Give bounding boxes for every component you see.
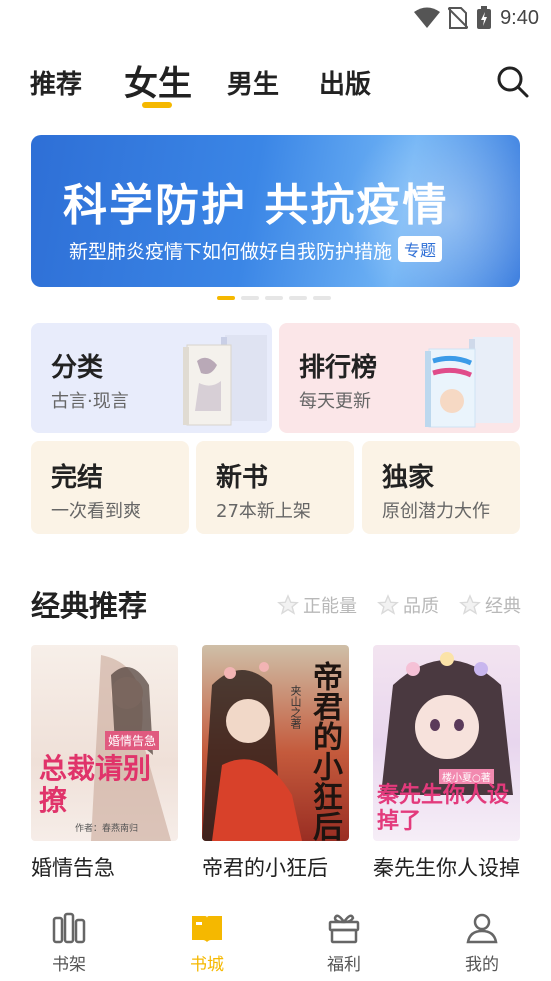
cover-author: 楼小夏○著 [439,769,494,784]
no-sim-icon [448,7,469,29]
book-item[interactable]: 楼小夏○著 秦先生你人设掉了 秦先生你人设掉了 [373,645,520,883]
tab-female[interactable]: 女生 [124,56,192,105]
cover-author: 作者：春燕南归 [75,824,139,834]
bookshelf-icon [52,912,86,944]
clock: 9:40 [500,6,539,29]
filter-label: 品质 [403,596,439,617]
book-cover: 楼小夏○著 秦先生你人设掉了 [373,645,520,841]
bottom-nav: 书架 书城 福利 我的 [0,898,551,981]
category-card-classify[interactable]: 分类 古言·现言 [31,323,272,433]
book-stack-illustration [183,335,267,426]
card-title: 独家 [382,463,435,493]
card-title: 新书 [216,463,269,493]
carousel-dot[interactable] [241,296,259,300]
section-filters: 正能量 品质 经典 [277,592,521,618]
book-title: 秦先生你人设掉了 [373,856,520,880]
carousel-dot[interactable] [217,296,235,300]
star-icon [277,594,299,615]
nav-book-city[interactable]: 书城 [167,912,247,975]
book-stack-illustration [425,337,513,428]
card-subtitle: 27本新上架 [216,501,311,522]
filter-quality[interactable]: 品质 [377,592,439,618]
card-subtitle: 原创潜力大作 [382,501,490,522]
card-title: 排行榜 [299,353,378,383]
banner-subtitle: 新型肺炎疫情下如何做好自我防护措施 专题 [69,236,443,264]
status-bar: 9:40 [0,0,551,40]
cover-title: 总裁请别撩 [39,752,152,817]
category-card-finished[interactable]: 完结 一次看到爽 [31,441,189,534]
card-subtitle: 一次看到爽 [51,501,141,522]
carousel-dot[interactable] [313,296,331,300]
carousel-dot[interactable] [289,296,307,300]
book-item[interactable]: 帝君的小狂后 夹山之著 帝君的小狂后 [202,645,349,883]
star-icon [459,594,481,615]
wifi-icon [414,7,441,28]
tab-publish[interactable]: 出版 [319,64,371,101]
search-icon[interactable] [495,64,531,100]
card-subtitle: 古言·现言 [51,391,129,412]
book-title: 帝君的小狂后 [202,856,328,880]
filter-label: 经典 [485,596,521,617]
cover-title: 秦先生你人设掉了 [377,783,510,834]
book-title: 婚情告急 [31,856,115,880]
nav-mine[interactable]: 我的 [442,912,522,975]
banner-subtitle-text: 新型肺炎疫情下如何做好自我防护措施 [69,241,393,263]
book-cover: 帝君的小狂后 夹山之著 [202,645,349,841]
carousel-dot[interactable] [265,296,283,300]
tab-recommend[interactable]: 推荐 [30,64,82,101]
nav-label: 书城 [190,955,224,975]
book-city-icon [192,916,222,942]
category-card-exclusive[interactable]: 独家 原创潜力大作 [362,441,520,534]
nav-label: 福利 [327,955,361,975]
filter-positive[interactable]: 正能量 [277,592,357,618]
star-icon [377,594,399,615]
banner-title: 科学防护 共抗疫情 [63,180,449,231]
filter-label: 正能量 [303,596,357,617]
card-title: 完结 [51,463,104,493]
cover-tag: 婚情告急 [105,731,160,750]
card-subtitle: 每天更新 [299,391,371,412]
user-icon [466,913,498,944]
top-tabs: 推荐 女生 男生 出版 [30,56,531,108]
active-tab-indicator [142,102,172,108]
book-cover: 婚情告急 总裁请别撩 作者：春燕南归 [31,645,178,841]
nav-welfare[interactable]: 福利 [304,912,384,975]
card-title: 分类 [51,353,104,383]
category-card-ranking[interactable]: 排行榜 每天更新 [279,323,520,433]
banner-tag: 专题 [398,236,443,262]
cover-author: 夹山之著 [289,685,302,729]
filter-classic[interactable]: 经典 [459,592,521,618]
category-card-new[interactable]: 新书 27本新上架 [196,441,354,534]
promo-banner[interactable]: 科学防护 共抗疫情 新型肺炎疫情下如何做好自我防护措施 专题 [31,135,520,287]
carousel-indicator [217,296,331,300]
battery-charging-icon [477,6,492,29]
book-item[interactable]: 婚情告急 总裁请别撩 作者：春燕南归 婚情告急 [31,645,178,883]
nav-label: 我的 [465,955,499,975]
nav-bookshelf[interactable]: 书架 [29,912,109,975]
cover-title: 帝君的小狂后 [307,661,342,841]
nav-label: 书架 [52,955,86,975]
gift-icon [328,914,360,944]
section-title: 经典推荐 [31,589,148,623]
tab-male[interactable]: 男生 [227,64,279,101]
